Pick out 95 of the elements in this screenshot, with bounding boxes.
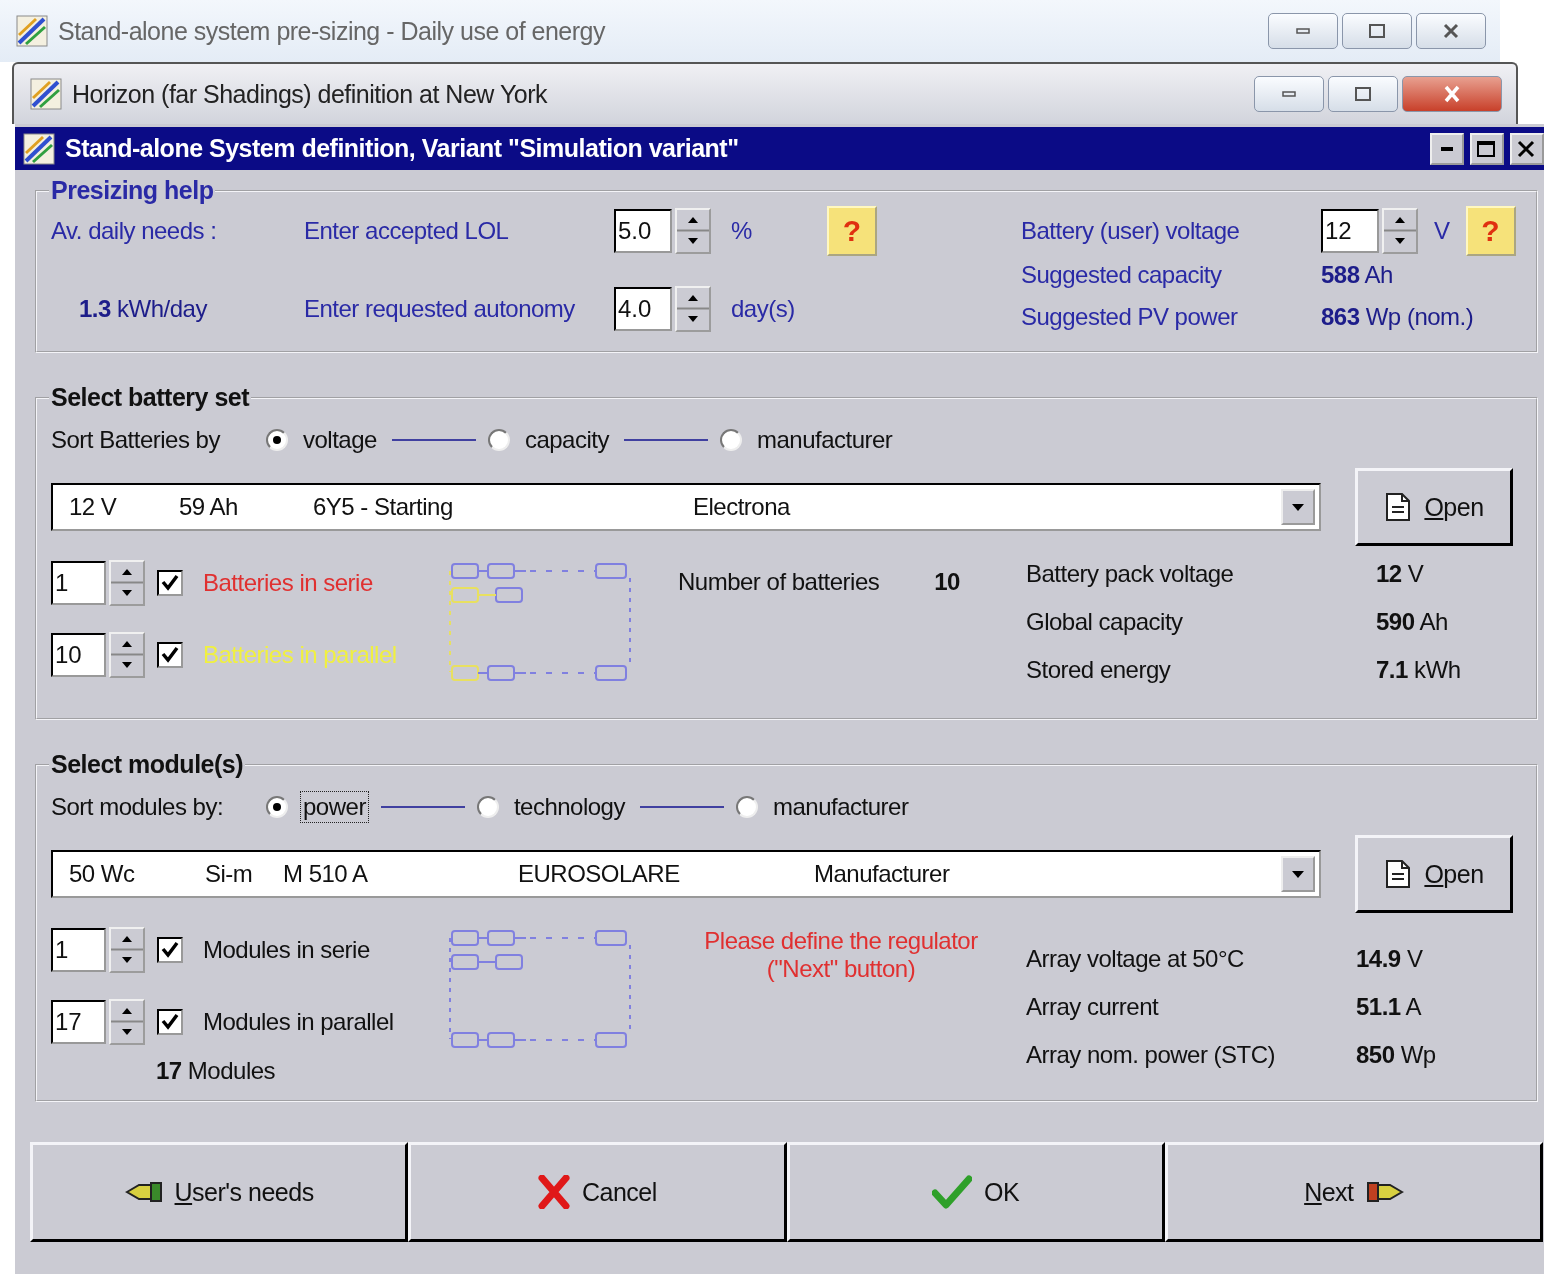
result-label: Global capacity — [1026, 608, 1184, 636]
unit-label: V — [1434, 217, 1450, 245]
count-label: Number of batteries — [678, 568, 880, 596]
group-title: Select battery set — [50, 383, 251, 412]
field-label: Enter requested autonomy — [304, 295, 576, 323]
maximize-button[interactable] — [1342, 13, 1412, 49]
open-button[interactable]: Open — [1355, 468, 1513, 546]
radio-button[interactable] — [735, 796, 758, 818]
spin-button[interactable] — [109, 632, 145, 678]
checkbox[interactable] — [157, 1009, 183, 1035]
number-field[interactable]: 1 — [51, 561, 106, 605]
checkmark-icon — [932, 1175, 973, 1209]
app-icon — [23, 132, 55, 165]
spin-button[interactable] — [675, 208, 711, 254]
app-icon — [16, 15, 48, 47]
result-label: Array current — [1026, 993, 1160, 1021]
hand-right-icon — [1365, 1179, 1404, 1205]
count-value: 10 — [934, 568, 960, 596]
result-label: Stored energy — [1026, 656, 1172, 684]
help-button[interactable]: ? — [827, 206, 877, 256]
spin-button[interactable] — [109, 560, 145, 606]
next-button[interactable]: Next — [1164, 1142, 1543, 1242]
number-field[interactable]: 10 — [51, 633, 106, 677]
result-value: 850 Wp — [1356, 1041, 1436, 1069]
warning-text: Please define the regulator ("Next" button) — [703, 927, 979, 983]
group-title: Select module(s) — [50, 750, 245, 779]
window-title: Stand-alone System definition, Variant "Simulation variant" — [65, 134, 740, 163]
daily-needs-value: 1.3 kWh/day — [78, 295, 209, 323]
unit-label: % — [731, 217, 753, 245]
field-label: Battery (user) voltage — [1021, 217, 1241, 245]
result-label: Array nom. power (STC) — [1026, 1041, 1277, 1069]
close-button[interactable] — [1416, 13, 1486, 49]
checkbox[interactable] — [157, 642, 183, 668]
help-button[interactable]: ? — [1465, 206, 1516, 256]
radio-label: manufacturer — [755, 425, 894, 455]
window-title: Horizon (far Shadings) definition at New York — [72, 79, 549, 109]
app-icon — [30, 78, 62, 110]
spin-button[interactable] — [675, 286, 711, 332]
count-label: Modules in parallel — [203, 1008, 394, 1036]
document-icon — [1384, 859, 1413, 889]
users-needs-button[interactable]: User's needs — [30, 1142, 409, 1242]
spin-button[interactable] — [1382, 208, 1418, 254]
result-value: 12 V — [1375, 560, 1425, 588]
cross-icon — [537, 1175, 570, 1209]
selection-dropdown[interactable]: 50 Wc Si-m M 510 A EUROSOLARE Manufacturer — [51, 850, 1321, 898]
unit-label: day(s) — [731, 295, 796, 323]
radio-label: technology — [512, 792, 627, 822]
radio-button[interactable] — [266, 429, 288, 451]
hand-left-icon — [124, 1179, 163, 1205]
result-value: 14.9 V — [1356, 945, 1424, 973]
radio-label: voltage — [302, 425, 378, 455]
radio-label: capacity — [523, 425, 611, 455]
spin-button[interactable] — [109, 927, 145, 973]
count-label: Batteries in parallel — [203, 641, 397, 669]
module-total: 17 Modules — [155, 1057, 277, 1085]
number-field[interactable]: 5.0 — [614, 209, 672, 253]
minimize-icon — [1282, 91, 1296, 97]
radio-button[interactable] — [266, 796, 288, 818]
result-label: Array voltage at 50°C — [1026, 945, 1245, 973]
minimize-icon — [1441, 146, 1453, 151]
group-title: Presizing help — [50, 176, 215, 205]
radio-button[interactable] — [476, 796, 499, 818]
window-title: Stand-alone system pre-sizing - Daily use of energy — [58, 16, 607, 46]
open-button[interactable]: Open — [1355, 835, 1513, 913]
radio-label: power — [300, 791, 369, 823]
maximize-button[interactable] — [1328, 76, 1398, 112]
field-label: Enter accepted LOL — [304, 217, 510, 245]
number-field[interactable]: 12 — [1321, 209, 1379, 253]
result-value: 51.1 A — [1356, 993, 1423, 1021]
result-value: 590 Ah — [1375, 608, 1449, 636]
number-field[interactable]: 4.0 — [614, 287, 672, 331]
ok-button[interactable]: OK — [786, 1142, 1165, 1242]
result-label: Suggested capacity — [1021, 261, 1223, 289]
number-field[interactable]: 17 — [51, 1000, 106, 1044]
number-field[interactable]: 1 — [51, 928, 106, 972]
result-value: 588 Ah — [1321, 261, 1394, 289]
result-label: Suggested PV power — [1021, 303, 1239, 331]
field-label: Av. daily needs : — [51, 217, 218, 245]
radio-label: manufacturer — [771, 792, 910, 822]
result-label: Battery pack voltage — [1026, 560, 1235, 588]
checkbox[interactable] — [157, 937, 183, 963]
selection-dropdown[interactable]: 12 V 59 Ah 6Y5 - Starting Electrona — [51, 483, 1321, 531]
result-value: 863 Wp (nom.) — [1321, 303, 1475, 331]
checkbox[interactable] — [157, 570, 183, 596]
radio-button[interactable] — [719, 429, 742, 451]
count-label: Modules in serie — [203, 936, 370, 964]
result-value: 7.1 kWh — [1375, 656, 1461, 684]
sort-label: Sort modules by: — [51, 793, 225, 821]
radio-button[interactable] — [487, 429, 510, 451]
sort-label: Sort Batteries by — [51, 426, 222, 454]
minimize-icon — [1296, 28, 1310, 34]
cancel-button[interactable]: Cancel — [408, 1142, 787, 1242]
document-icon — [1384, 492, 1413, 522]
spin-button[interactable] — [109, 999, 145, 1045]
count-label: Batteries in serie — [203, 569, 373, 597]
